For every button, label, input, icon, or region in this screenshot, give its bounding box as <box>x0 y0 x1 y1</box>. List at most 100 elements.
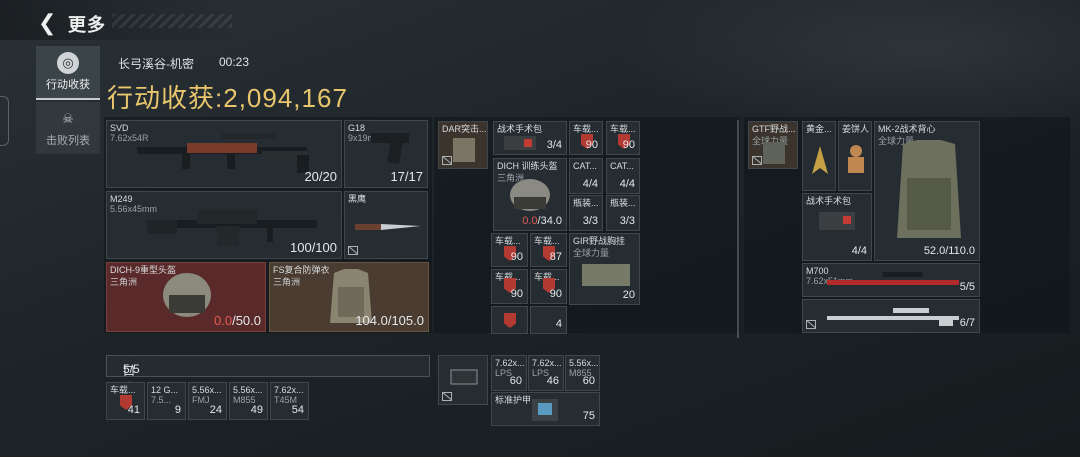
durability: 0.0/34.0 <box>522 215 562 227</box>
case-item-ammo[interactable]: 5.56x... M855 60 <box>565 355 600 391</box>
pocket-item[interactable]: 12 G... 7.5... 9 <box>147 382 186 420</box>
match-time: 00:23 <box>219 55 250 69</box>
item-count: 60 <box>582 375 595 387</box>
page-title: 更多 <box>68 15 106 35</box>
item-name: 车载... <box>110 385 136 395</box>
item-count: 20 <box>622 289 635 301</box>
chest-item-ammo[interactable]: 车载... 90 <box>491 233 528 267</box>
item-brand: 全球力量 <box>573 248 610 258</box>
item-name: 7.62x... <box>274 385 304 395</box>
item-count: 4/4 <box>851 245 867 257</box>
item-count: 4 <box>555 318 562 330</box>
backpack-item-sniper[interactable]: 6/7 <box>802 299 980 333</box>
chest-item-ammo[interactable]: 车载... 90 <box>491 269 528 304</box>
chest-item[interactable]: 4 <box>530 306 567 334</box>
chest-item-ammo[interactable] <box>491 306 528 334</box>
item-name: 车载... <box>495 236 521 246</box>
item-name: 车载... <box>534 236 560 246</box>
helmet-slot[interactable]: DICH-9重型头盔 三角洲 0.0/50.0 <box>106 262 266 332</box>
item-count: 90 <box>510 251 523 263</box>
chest-item-ammo[interactable]: 车载... 90 <box>530 269 567 304</box>
weapon-slot-svd[interactable]: SVD 7.62x54R 20/20 <box>106 120 342 188</box>
chest-item-tourniquet[interactable]: CAT... 4/4 <box>606 158 640 194</box>
helmet-icon <box>163 273 211 317</box>
armor-plate-icon <box>532 399 558 421</box>
armor-vest-icon <box>897 140 961 238</box>
durability: 52.0/110.0 <box>923 245 975 257</box>
item-count: 90 <box>585 139 598 151</box>
sidebar-tab-kills[interactable]: ☠ 击败列表 <box>36 102 100 154</box>
ammo-count: 5/5 <box>959 281 975 293</box>
weapon-slot-g18[interactable]: G18 9x19mm 17/17 <box>344 120 428 188</box>
chest-item-tourniquet[interactable]: CAT... 4/4 <box>569 158 603 194</box>
chest-item-gir-rig[interactable]: GIR野战胸挂 全球力量 20 <box>569 233 640 305</box>
pocket-item[interactable]: 7.62x... T45M 54 <box>270 382 309 420</box>
durability-current: 0.0 <box>214 313 233 328</box>
item-name: G18 <box>348 123 366 133</box>
durability-max: /50.0 <box>232 313 261 328</box>
chest-item-surgery-kit[interactable]: 战术手术包 3/4 <box>493 121 567 155</box>
item-name: 12 G... <box>151 385 179 395</box>
item-count: 60 <box>509 375 522 387</box>
chest-item-training-helmet[interactable]: DICH 训练头盔 三角洲 0.0/34.0 <box>493 158 567 231</box>
pocket-item[interactable]: 5.56x... FMJ 24 <box>188 382 227 420</box>
item-count: 41 <box>127 404 140 416</box>
pocket-capacity: 5/5 <box>123 362 140 376</box>
case-item-ammo[interactable]: 7.62x... LPS 60 <box>491 355 527 391</box>
back-arrow-icon[interactable]: ❮ <box>38 10 56 36</box>
chest-item-bottle[interactable]: 瓶装... 3/3 <box>606 195 640 231</box>
sidebar-tab-label: 击败列表 <box>46 135 90 147</box>
side-drawer-handle[interactable] <box>0 96 9 146</box>
item-caliber: 7.5... <box>151 395 172 405</box>
chest-item-ammo[interactable]: 车载... 90 <box>569 121 603 155</box>
case-item-ammo[interactable]: 7.62x... LPS 46 <box>528 355 564 391</box>
rifle-icon <box>137 133 309 173</box>
item-name: MK-2战术背心 <box>878 124 936 134</box>
case-item-armor[interactable]: 标准护甲 75 <box>491 392 600 426</box>
item-name: 车载... <box>573 124 599 134</box>
backpack-slot[interactable]: GTF野战... 全球力量 <box>748 121 798 169</box>
pocket-header: 口袋: 5/5 <box>106 355 430 395</box>
backpack-item-gingerbread[interactable]: 姜饼人 <box>838 121 872 191</box>
item-name: M249 <box>110 194 133 204</box>
ammo-count: 6/7 <box>959 317 975 329</box>
durability-current: 0.0 <box>522 215 538 227</box>
item-count: 90 <box>622 139 635 151</box>
item-count: 75 <box>582 410 595 422</box>
chest-rig-slot[interactable]: DAR突击... <box>438 121 488 169</box>
item-name: 瓶装... <box>573 198 599 208</box>
chest-item-ammo[interactable]: 车载... 87 <box>530 233 567 267</box>
item-count: 24 <box>209 404 222 416</box>
item-count: 90 <box>510 288 523 300</box>
ammo-count: 100/100 <box>290 240 337 255</box>
backpack-item-surgery-kit[interactable]: 战术手术包 4/4 <box>802 193 872 261</box>
sidebar-tab-loot[interactable]: ◎ 行动收获 <box>36 46 100 100</box>
pocket-item[interactable]: 5.56x... M855 49 <box>229 382 268 420</box>
loot-amount: 2,094,167 <box>223 83 348 113</box>
locked-icon <box>806 320 816 329</box>
item-count: 49 <box>250 404 263 416</box>
backpack-item-gold[interactable]: 黄金... <box>802 121 836 191</box>
weapon-slot-m249[interactable]: M249 5.56x45mm 100/100 <box>106 191 342 259</box>
pocket-item[interactable]: 车载... 41 <box>106 382 145 420</box>
chest-item-bottle[interactable]: 瓶装... 3/3 <box>569 195 603 231</box>
item-count: 3/3 <box>619 215 635 227</box>
pistol-icon <box>371 133 409 164</box>
item-caliber: FMJ <box>192 395 210 405</box>
chest-item-ammo[interactable]: 车载... 90 <box>606 121 640 155</box>
item-count: 3/4 <box>546 139 562 151</box>
item-name: CAT... <box>573 161 597 171</box>
armor-slot[interactable]: FS复合防弹衣 三角洲 104.0/105.0 <box>269 262 429 332</box>
backpack-item-mk2-vest[interactable]: MK-2战术背心 全球力量 52.0/110.0 <box>874 121 980 261</box>
item-count: 46 <box>546 375 559 387</box>
melee-slot[interactable]: 黑鹰 <box>344 191 428 259</box>
item-count: 54 <box>291 404 304 416</box>
case-slot[interactable] <box>438 355 488 405</box>
target-icon: ◎ <box>57 52 79 74</box>
locked-icon <box>752 156 762 165</box>
item-name: GIR野战胸挂 <box>573 236 626 246</box>
sniper-rifle-icon <box>827 308 959 326</box>
backpack-item-m700[interactable]: M700 7.62x51mm 5/5 <box>802 263 980 297</box>
locked-icon <box>442 392 452 401</box>
item-name: 战术手术包 <box>497 124 543 134</box>
